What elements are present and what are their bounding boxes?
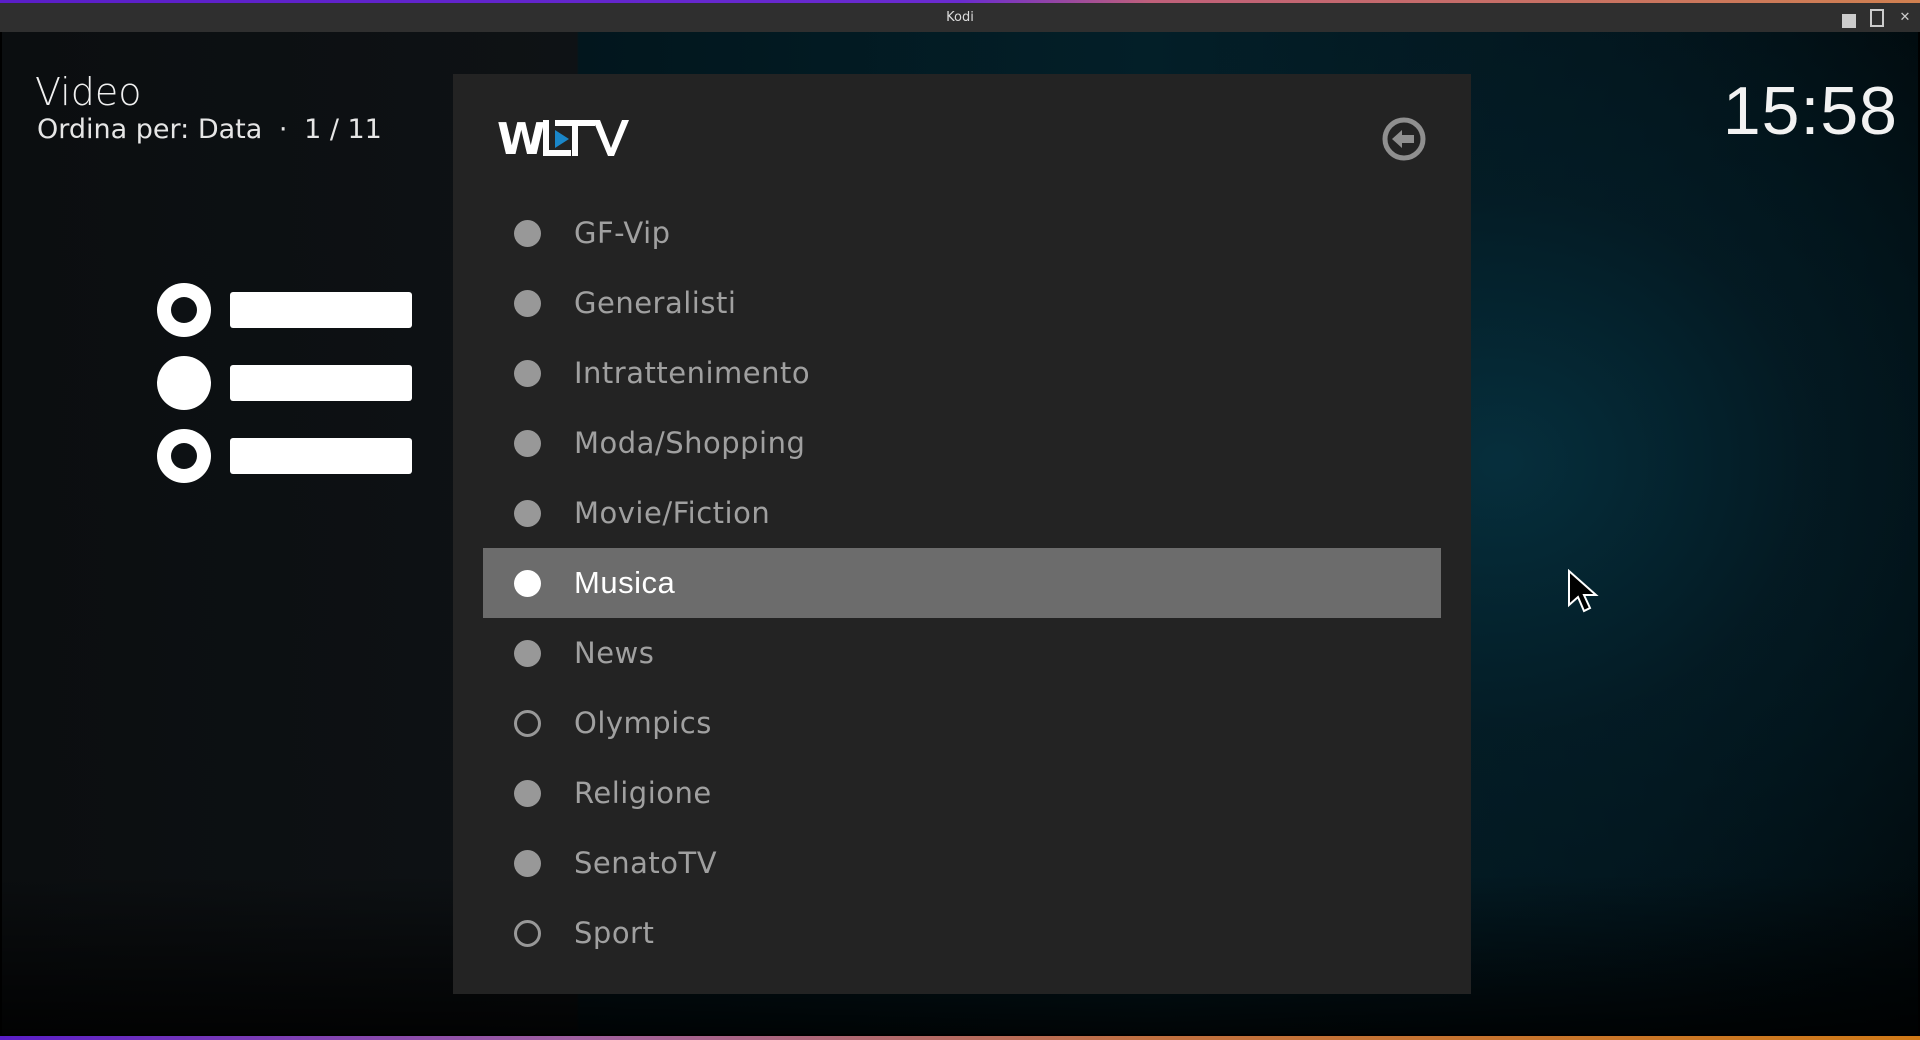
list-item-label: GF-Vip — [574, 216, 671, 250]
radio-on-icon — [514, 499, 541, 527]
minimize-icon — [1842, 13, 1856, 28]
list-item[interactable]: GF-Vip — [483, 198, 1441, 268]
list-item[interactable]: Moda/Shopping — [483, 408, 1441, 478]
list-item-label: Moda/Shopping — [574, 426, 806, 460]
radio-on-icon — [514, 429, 541, 457]
radio-on-icon — [514, 639, 541, 667]
radio-on-icon — [514, 569, 541, 597]
minimize-button[interactable] — [1842, 11, 1856, 28]
svg-text:W: W — [497, 116, 545, 160]
list-item-label: Olympics — [574, 706, 712, 740]
sort-info: Ordina per: Data · 1 / 11 — [37, 114, 382, 145]
sort-label[interactable]: Ordina per: Data — [37, 114, 262, 145]
play-icon — [555, 130, 569, 148]
wltv-logo: W — [497, 114, 637, 165]
addon-panel: W GF-Vip Generalisti Intrattenimento Moda/S… — [453, 74, 1471, 994]
radio-on-icon — [514, 219, 541, 247]
window-controls: ✕ — [1842, 3, 1912, 32]
back-arrow-circle-icon — [1382, 117, 1426, 161]
list-item-label: News — [574, 636, 655, 670]
list-item-label: Generalisti — [574, 286, 737, 320]
list-item-label: Movie/Fiction — [574, 496, 771, 530]
radio-on-icon — [514, 289, 541, 317]
radio-off-icon — [514, 709, 541, 737]
radio-on-icon — [514, 779, 541, 807]
list-item[interactable]: News — [483, 618, 1441, 688]
close-icon: ✕ — [1899, 10, 1911, 25]
list-item-label: Sport — [574, 916, 655, 950]
item-position: 1 / 11 — [304, 114, 382, 145]
category-list: GF-Vip Generalisti Intrattenimento Moda/Sho… — [483, 198, 1441, 968]
radio-on-icon — [514, 849, 541, 877]
back-button[interactable] — [1381, 116, 1427, 162]
radio-on-icon — [514, 359, 541, 387]
maximize-icon — [1870, 8, 1884, 27]
list-item[interactable]: Olympics — [483, 688, 1441, 758]
separator: · — [278, 114, 288, 145]
mouse-cursor-icon — [1567, 568, 1599, 619]
page-title: Video — [35, 70, 142, 114]
kodi-main-area: Video Ordina per: Data · 1 / 11 15:58 W — [2, 32, 1918, 1034]
window-titlebar[interactable]: Kodi ✕ — [0, 3, 1920, 32]
list-item[interactable]: Religione — [483, 758, 1441, 828]
list-item-label: Religione — [574, 776, 712, 810]
list-item-label: Intrattenimento — [574, 356, 811, 390]
list-item[interactable]: Intrattenimento — [483, 338, 1441, 408]
list-item-label: Musica — [574, 565, 676, 600]
list-item[interactable]: Movie/Fiction — [483, 478, 1441, 548]
window-title: Kodi — [946, 10, 974, 25]
clock: 15:58 — [1722, 73, 1898, 149]
list-item-label: SenatoTV — [574, 846, 718, 880]
list-item[interactable]: Generalisti — [483, 268, 1441, 338]
list-item[interactable]: Musica — [483, 548, 1441, 618]
list-view-icon — [157, 282, 412, 501]
list-item[interactable]: Sport — [483, 898, 1441, 968]
list-item[interactable]: SenatoTV — [483, 828, 1441, 898]
maximize-button[interactable] — [1870, 8, 1884, 27]
window-bottom-accent — [0, 1036, 1920, 1040]
radio-off-icon — [514, 919, 541, 947]
close-button[interactable]: ✕ — [1898, 10, 1912, 25]
